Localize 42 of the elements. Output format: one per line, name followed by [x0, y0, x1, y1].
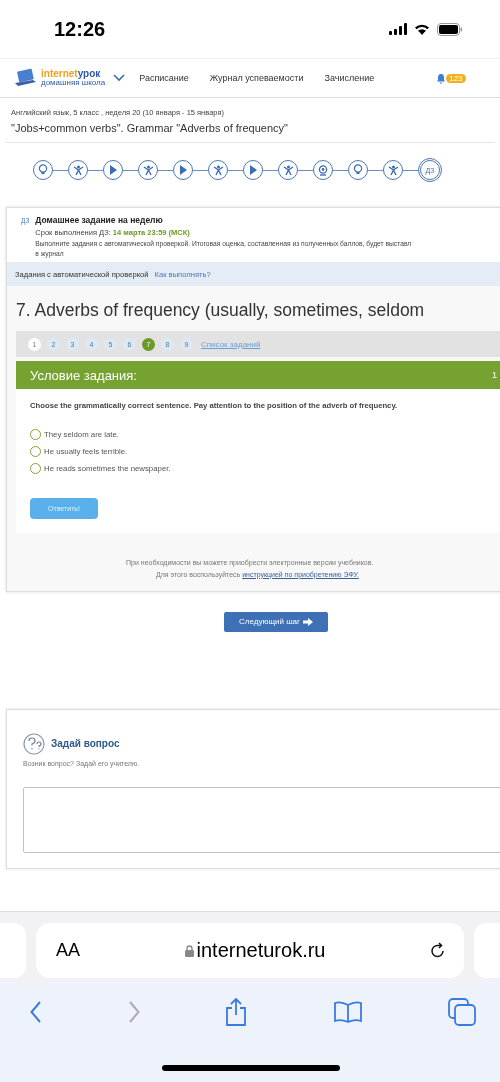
- figure-icon: [72, 164, 84, 176]
- tabs-icon[interactable]: [448, 998, 476, 1026]
- chevron-down-icon[interactable]: [113, 74, 126, 82]
- points-text: 1: [492, 370, 497, 380]
- question-input[interactable]: [23, 786, 500, 853]
- laptop-icon: [14, 68, 38, 88]
- notification-badge: 123: [446, 73, 466, 83]
- task-title: 7. Adverbs of frequency (usually, sometimes, seldom: [16, 299, 426, 322]
- signal-icon: [389, 23, 407, 35]
- battery-icon: [437, 22, 463, 36]
- site-logo[interactable]: internetурок домашняя школа: [14, 68, 106, 88]
- reload-icon[interactable]: [430, 942, 446, 959]
- figure-icon: [212, 164, 224, 176]
- homework-title: Домашнее задание на неделю: [35, 215, 164, 225]
- ask-title: Задай вопрос: [51, 738, 120, 750]
- figure-icon: [282, 164, 294, 176]
- condition-title: Условие задания:: [30, 367, 137, 383]
- share-icon[interactable]: [225, 998, 247, 1026]
- arrow-right-icon: [302, 617, 313, 626]
- play-icon: [249, 165, 257, 175]
- figure-icon: [387, 164, 399, 176]
- address-bar[interactable]: AA interneturok.ru: [36, 923, 464, 978]
- nav-link[interactable]: Журнал успеваемости: [209, 73, 304, 83]
- lock-icon: [184, 944, 194, 957]
- lightbulb-icon: [353, 164, 363, 176]
- wifi-icon: [414, 23, 430, 35]
- back-icon[interactable]: [30, 1001, 42, 1023]
- url-text: interneturok.ru: [196, 939, 326, 962]
- nav-link[interactable]: Расписание: [139, 73, 189, 83]
- webcam-icon: [318, 164, 328, 176]
- lesson-title: "Jobs+common verbs". Grammar "Adverbs of frequency": [11, 122, 289, 134]
- play-icon: [179, 165, 187, 175]
- lightbulb-icon: [38, 164, 48, 176]
- question-icon: [23, 732, 45, 755]
- next-step-button[interactable]: Следующий шаг: [224, 611, 328, 632]
- status-time: 12:26: [54, 17, 106, 41]
- figure-icon: [142, 164, 154, 176]
- play-icon: [109, 165, 117, 175]
- nav-link[interactable]: Зачисление: [324, 73, 375, 83]
- bell-icon[interactable]: [436, 72, 447, 84]
- text-size-button[interactable]: AA: [56, 940, 80, 961]
- bookmarks-icon[interactable]: [332, 1000, 363, 1024]
